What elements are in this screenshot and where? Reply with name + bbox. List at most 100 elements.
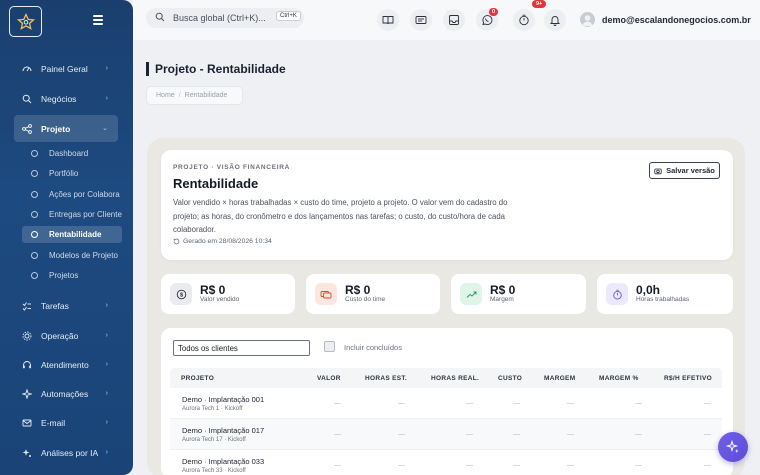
chevron-right-icon: › [105,390,108,397]
project-name: Demo · Implantação 001 [182,395,265,404]
sparkle-icon [726,440,740,454]
ai-icon [22,448,32,458]
column-header[interactable]: R$/H EFETIVO [664,375,712,382]
kpi-margem: R$ 0 Margem [451,274,586,314]
sidebar-item-tarefas[interactable]: Tarefas › [14,294,118,318]
subnav-label: Entregas por Cliente [49,210,122,219]
subnav-label: Portfólio [49,169,79,178]
subnav-item-dashboard[interactable]: Dashboard [22,145,122,162]
column-header[interactable]: MARGEM [544,375,575,382]
subnav-label: Projetos [49,271,79,280]
search-icon [22,94,32,104]
cell-margem-pct: — [635,431,642,438]
column-header[interactable]: VALOR [317,375,341,382]
table-header: PROJETO VALOR HORAS EST. HORAS REAL. CUS… [170,368,722,388]
trending-up-icon [460,283,482,305]
project-name: Demo · Implantação 017 [182,426,265,435]
chevron-right-icon: › [105,95,108,102]
include-done-label: Incluir concluídos [344,343,402,352]
sidebar-item-painel-geral[interactable]: Painel Geral › [14,57,118,81]
portfolio-icon [31,170,38,177]
column-header[interactable]: HORAS REAL. [431,375,479,382]
cell-custo: — [513,462,520,469]
sidebar-item-label: E-mail [41,418,66,428]
kpi-label: Custo do time [345,296,386,303]
generated-timestamp: Gerado em 28/08/2026 10:34 [173,238,272,245]
cell-rh-efetivo: — [704,431,711,438]
generated-text: Gerado em 28/08/2026 10:34 [183,238,272,245]
hero-title: Rentabilidade [173,176,259,191]
cell-rh-efetivo: — [704,400,711,407]
sidebar-item-negocios[interactable]: Negócios › [14,87,118,111]
tasks-icon [22,301,32,311]
avatar[interactable] [580,12,595,27]
subnav-item-rentabilidade[interactable]: Rentabilidade [22,226,122,243]
sidebar-item-analises-ia[interactable]: Análises por IA › [14,441,118,465]
title-accent [146,62,149,76]
notifications-badge: 9+ [532,0,547,8]
cell-horas-real: — [466,462,473,469]
column-header[interactable]: HORAS EST. [365,375,407,382]
breadcrumb-separator: / [178,92,181,99]
sidebar-item-atendimento[interactable]: Atendimento › [14,353,118,377]
shortcut-hint: Ctrl+K [276,11,301,21]
breadcrumb: Home / Rentabilidade [146,86,243,105]
subnav-item-modelos[interactable]: Modelos de Projeto [22,247,122,264]
cell-custo: — [513,400,520,407]
cell-horas-est: — [398,431,405,438]
sidebar-item-label: Operação [41,331,79,341]
breadcrumb-current: Rentabilidade [184,92,228,99]
logo-icon[interactable] [9,6,42,37]
cell-valor: — [334,400,341,407]
subnav-item-entregas[interactable]: Entregas por Cliente [22,206,122,223]
table-row[interactable]: Demo · Implantação 001 Aurora Tech 1 · K… [170,388,722,419]
ai-assistant-button[interactable] [718,432,748,462]
mail-icon [22,418,32,428]
dashboard-icon [22,64,32,74]
sidebar-item-operacao[interactable]: Operação › [14,324,118,348]
table-row[interactable]: Demo · Implantação 017 Aurora Tech 17 · … [170,419,722,450]
cell-horas-real: — [466,400,473,407]
table-row[interactable]: Demo · Implantação 033 Aurora Tech 33 · … [170,450,722,475]
project-client: Aurora Tech 1 · Kickoff [182,406,243,412]
subnav-item-portfolio[interactable]: Portfólio [22,165,122,182]
column-header[interactable]: CUSTO [498,375,522,382]
cell-valor: — [334,462,341,469]
book-icon[interactable] [377,9,399,31]
sidebar-item-email[interactable]: E-mail › [14,411,118,435]
sidebar-item-automacoes[interactable]: Automações › [14,382,118,406]
breadcrumb-home[interactable]: Home [156,92,175,99]
page-title: Projeto - Rentabilidade [155,62,286,76]
dashboard-icon [31,150,38,157]
sidebar-item-label: Análises por IA [41,448,99,458]
user-email[interactable]: demo@escalandonegocios.com.br [602,15,751,25]
client-filter-select[interactable]: Todos os clientes [173,340,310,356]
camera-icon [654,167,662,175]
automation-icon [22,389,32,399]
kpi-label: Margem [490,296,514,303]
cost-icon [315,283,337,305]
column-header[interactable]: PROJETO [181,375,214,382]
include-done-checkbox[interactable] [324,341,335,352]
templates-icon [31,252,38,259]
actions-icon [31,191,38,198]
sidebar-item-projeto[interactable]: Projeto ⌄ [14,115,118,142]
cell-valor: — [334,431,341,438]
kpi-label: Valor vendido [200,296,240,303]
deliveries-icon [31,211,38,218]
bell-icon[interactable] [544,9,566,31]
column-header[interactable]: MARGEM % [599,375,639,382]
id-card-icon[interactable] [410,9,432,31]
subnav-item-projetos[interactable]: Projetos [22,267,122,284]
menu-toggle-icon[interactable] [93,15,103,27]
search-icon [155,9,165,27]
kpi-valor-vendido: $ R$ 0 Valor vendido [161,274,295,314]
kpi-value: R$ 0 [345,283,371,297]
subnav-item-acoes[interactable]: Ações por Colabora [22,186,122,203]
cell-margem: — [567,431,574,438]
projects-table-card: Todos os clientes Incluir concluídos PRO… [161,328,733,475]
clock-icon[interactable] [513,9,535,31]
chevron-right-icon: › [105,419,108,426]
inbox-icon[interactable] [443,9,465,31]
save-version-button[interactable]: Salvar versão [649,162,720,179]
